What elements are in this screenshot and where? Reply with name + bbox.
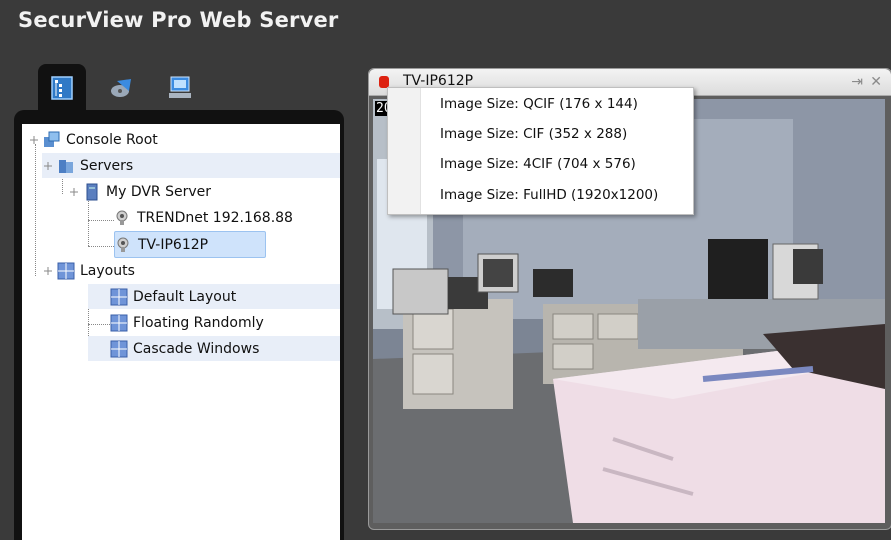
tree-node-default-layout[interactable]: Default Layout	[88, 284, 340, 309]
menu-item-fullhd[interactable]: Image Size: FullHD (1920x1200)	[440, 182, 658, 208]
collapse-icon[interactable]	[28, 134, 40, 146]
tree-node-camera-trendnet[interactable]: TRENDnet 192.168.88	[114, 205, 340, 230]
collapse-icon[interactable]	[42, 265, 54, 277]
menu-item-qcif[interactable]: Image Size: QCIF (176 x 144)	[440, 91, 638, 117]
layout-grid-icon	[110, 288, 128, 305]
tree-node-cascade-windows[interactable]: Cascade Windows	[88, 336, 340, 361]
menu-gutter	[388, 88, 421, 214]
tree-node-floating-randomly[interactable]: Floating Randomly	[88, 310, 340, 335]
playback-icon	[111, 79, 131, 97]
tree-node-camera-tv-ip612p[interactable]: TV-IP612P	[114, 231, 266, 258]
console-tree: Console Root Servers My DVR Server TREND…	[22, 124, 340, 540]
tree-label-camera-trendnet: TRENDnet 192.168.88	[137, 209, 293, 226]
collapse-icon[interactable]	[68, 186, 80, 198]
tree-node-my-dvr-server[interactable]: My DVR Server	[68, 179, 340, 204]
app-window: SecurView Pro Web Server Console Root Se…	[0, 0, 891, 540]
menu-item-4cif[interactable]: Image Size: 4CIF (704 x 576)	[440, 151, 636, 177]
camera-icon	[117, 237, 129, 252]
tree-node-console-root[interactable]: Console Root	[28, 127, 158, 152]
console-root-icon	[44, 131, 60, 147]
image-size-context-menu: Image Size: QCIF (176 x 144) Image Size:…	[387, 87, 694, 215]
tree-label-camera-tv-ip612p: TV-IP612P	[138, 236, 209, 253]
tree-view-icon	[51, 76, 73, 100]
tree-label-console-root: Console Root	[66, 131, 158, 148]
dvr-server-icon	[86, 183, 98, 200]
servers-icon	[59, 159, 73, 173]
camera-icon	[116, 210, 128, 225]
pin-icon[interactable]: ⇥	[851, 74, 863, 90]
collapse-icon[interactable]	[42, 160, 54, 172]
tree-label-cascade-windows: Cascade Windows	[133, 340, 260, 357]
tab-console-tree[interactable]	[38, 64, 86, 112]
layouts-icon	[57, 262, 75, 279]
tab-computer[interactable]	[156, 64, 204, 112]
left-tab-strip	[38, 64, 218, 112]
tree-label-servers: Servers	[80, 157, 134, 174]
tree-node-servers[interactable]: Servers	[42, 153, 340, 178]
computer-icon	[169, 76, 191, 98]
tree-node-layouts[interactable]: Layouts	[42, 258, 340, 283]
menu-item-cif[interactable]: Image Size: CIF (352 x 288)	[440, 121, 627, 147]
tree-label-layouts: Layouts	[80, 262, 135, 279]
close-icon[interactable]: ✕	[870, 74, 882, 90]
tree-label-default-layout: Default Layout	[133, 288, 237, 305]
tree-label-my-dvr-server: My DVR Server	[106, 183, 212, 200]
layout-grid-icon	[110, 340, 128, 357]
tab-playback[interactable]	[98, 64, 146, 112]
app-title: SecurView Pro Web Server	[18, 8, 339, 32]
layout-grid-icon	[110, 314, 128, 331]
tree-label-floating-randomly: Floating Randomly	[133, 314, 264, 331]
